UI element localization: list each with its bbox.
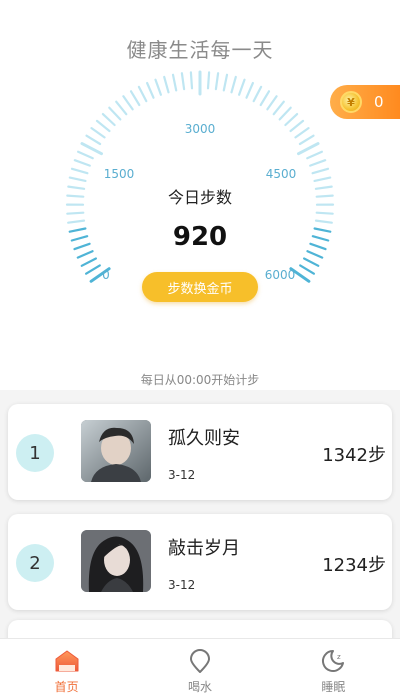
gauge-tick-mark	[101, 112, 116, 127]
gauge-tick-mark	[68, 176, 87, 182]
avatar	[81, 420, 151, 482]
rank-badge: 1	[16, 434, 54, 472]
ranking-item[interactable]: 2 敲击岁月 3-12 1234步	[8, 514, 392, 610]
gauge-tick-mark	[163, 75, 170, 94]
gauge-tick-mark	[306, 250, 324, 259]
gauge-tick-label: 0	[102, 268, 110, 282]
gauge-tick-mark	[95, 119, 111, 133]
rank-badge: 2	[16, 544, 54, 582]
gauge-tick-mark	[180, 72, 186, 91]
tab-sleep[interactable]: z 睡眠	[267, 639, 400, 700]
gauge-tick-mark	[313, 176, 332, 182]
gauge-tick-label: 4500	[266, 167, 297, 181]
gauge-tick-mark	[306, 150, 323, 160]
exchange-steps-button[interactable]: 步数换金币	[142, 272, 258, 302]
gauge-tick-mark	[206, 71, 211, 90]
gauge-tick-mark	[238, 78, 246, 96]
rank-date: 3-12	[168, 468, 196, 482]
gauge-tick-mark	[299, 264, 315, 275]
gauge-tick-label: 3000	[185, 122, 216, 136]
gauge-tick-mark	[154, 78, 162, 96]
gauge-tick-mark	[66, 211, 85, 215]
home-icon	[55, 650, 79, 672]
gauge-tick-mark	[80, 257, 98, 267]
gauge-tick-mark	[122, 95, 134, 111]
gauge-tick-mark	[266, 95, 278, 111]
gauge-tick-mark	[259, 90, 271, 107]
gauge-tick-mark	[137, 85, 148, 103]
gauge-tick-mark	[146, 81, 155, 99]
gauge-tick-mark	[84, 264, 101, 275]
gauge-tick-mark	[85, 134, 102, 146]
ranking-item[interactable]: 1 孤久则安 3-12 1342步	[8, 404, 392, 500]
gauge-tick-mark	[294, 127, 310, 139]
tab-home[interactable]: 首页	[0, 639, 133, 700]
gauge-tick-mark	[171, 73, 178, 92]
today-steps-label: 今日步数	[167, 188, 232, 207]
gauge-tick-mark	[284, 112, 299, 127]
gauge-tick-mark	[289, 119, 305, 133]
tab-label: 睡眠	[321, 680, 346, 694]
gauge-tick-mark	[311, 167, 330, 175]
user-name: 敲击岁月	[168, 538, 240, 559]
gauge-tick-mark	[70, 167, 89, 175]
gauge-tick-mark	[309, 159, 327, 167]
bottom-tab-bar: 首页 喝水 z 睡眠	[0, 638, 400, 700]
gauge-tick-mark	[245, 81, 254, 99]
user-steps: 1342步	[322, 445, 386, 466]
tab-label: 喝水	[187, 680, 212, 694]
gauge-tick-label: 1500	[104, 167, 135, 181]
gauge-tick-mark	[278, 106, 292, 121]
gauge-tick-mark	[298, 134, 315, 146]
gauge-tick-mark	[222, 73, 229, 92]
svg-text:z: z	[337, 653, 341, 661]
gauge-tick-label: 6000	[265, 268, 296, 282]
gauge-tick-mark	[80, 142, 103, 156]
rank-date: 3-12	[168, 578, 196, 592]
gauge-tick-mark	[76, 250, 94, 259]
gauge-tick-mark	[76, 150, 94, 160]
gauge-tick-mark	[115, 100, 128, 116]
tab-water[interactable]: 喝水	[133, 639, 266, 700]
gauge-tick-mark	[129, 90, 141, 107]
moon-sleep-icon: z	[322, 650, 345, 672]
user-name: 孤久则安	[168, 428, 240, 449]
gauge-tick-mark	[189, 71, 194, 90]
gauge-tick-mark	[297, 142, 320, 156]
gauge-tick-mark	[252, 85, 263, 103]
gauge-tick-mark	[90, 127, 106, 139]
gauge-tick-mark	[214, 72, 220, 91]
gauge-tick-mark	[303, 257, 320, 267]
today-steps-value: 920	[172, 222, 228, 252]
water-drop-icon	[189, 649, 210, 673]
user-steps: 1234步	[322, 555, 386, 576]
reset-note: 每日从00:00开始计步	[140, 373, 260, 387]
avatar	[81, 530, 151, 592]
gauge-tick-mark	[73, 159, 91, 167]
gauge-tick-mark	[315, 211, 334, 215]
gauge-tick-mark	[108, 106, 122, 121]
gauge-tick-mark	[272, 100, 285, 116]
gauge-tick-mark	[230, 75, 237, 94]
tab-label: 首页	[54, 680, 79, 694]
